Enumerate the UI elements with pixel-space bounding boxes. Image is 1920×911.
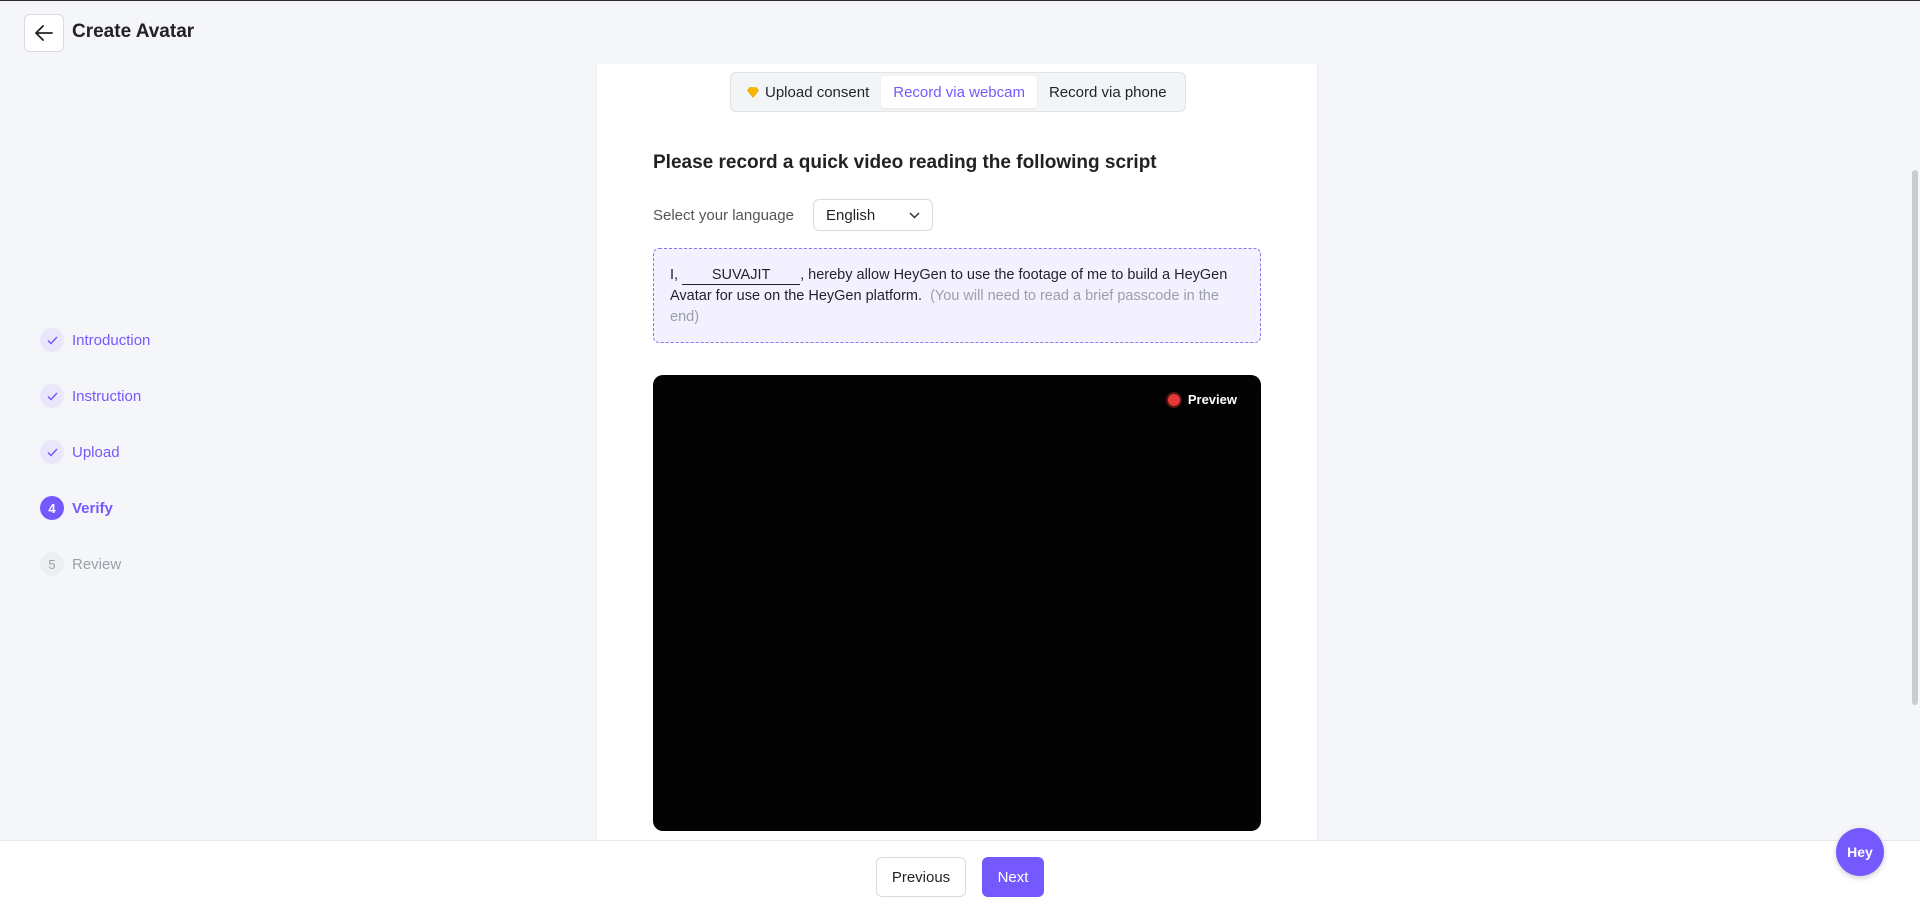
tab-label: Record via webcam — [893, 83, 1025, 101]
verify-card: Upload consent Record via webcam Record … — [596, 64, 1318, 840]
tab-label: Upload consent — [765, 83, 870, 101]
step-check-marker — [40, 384, 64, 408]
step-label: Verify — [72, 499, 113, 517]
step-check-marker — [40, 440, 64, 464]
step-label: Upload — [72, 443, 120, 461]
step-number: 5 — [40, 552, 64, 576]
preview-badge: Preview — [1167, 392, 1237, 407]
script-name: SUVAJIT — [682, 266, 801, 285]
step-check-marker — [40, 328, 64, 352]
tab-record-via-webcam[interactable]: Record via webcam — [881, 76, 1037, 108]
back-button[interactable] — [24, 14, 64, 52]
next-button[interactable]: Next — [982, 857, 1044, 897]
language-label: Select your language — [653, 207, 794, 224]
step-number: 4 — [40, 496, 64, 520]
step-instruction[interactable]: Instruction — [40, 384, 150, 408]
tab-label: Record via phone — [1048, 83, 1167, 101]
step-list: Introduction Instruction Upload 4 Verify… — [40, 328, 150, 608]
chat-button[interactable]: Hey — [1836, 828, 1884, 876]
tab-upload-consent[interactable]: Upload consent — [735, 76, 881, 108]
step-label: Instruction — [72, 387, 142, 405]
consent-method-tabs: Upload consent Record via webcam Record … — [730, 72, 1186, 112]
language-select[interactable]: English — [813, 199, 933, 231]
language-value: English — [826, 206, 876, 224]
tab-record-via-phone[interactable]: Record via phone — [1037, 76, 1179, 108]
check-icon — [46, 335, 58, 345]
step-verify[interactable]: 4 Verify — [40, 496, 150, 520]
check-icon — [46, 447, 58, 457]
step-upload[interactable]: Upload — [40, 440, 150, 464]
step-introduction[interactable]: Introduction — [40, 328, 150, 352]
step-label: Introduction — [72, 331, 151, 349]
consent-script: I, SUVAJIT, hereby allow HeyGen to use t… — [653, 248, 1261, 343]
window-top-border — [0, 0, 1920, 1]
scrollbar[interactable] — [1912, 170, 1918, 705]
check-icon — [46, 391, 58, 401]
previous-button[interactable]: Previous — [876, 857, 966, 897]
footer-bar: Previous Next — [0, 840, 1920, 911]
page-title: Create Avatar — [72, 21, 195, 42]
script-prefix: I, — [670, 267, 683, 283]
webcam-video: Preview — [653, 375, 1261, 831]
arrow-left-icon — [35, 25, 53, 41]
step-label: Review — [72, 555, 122, 573]
section-heading: Please record a quick video reading the … — [653, 152, 1157, 173]
step-review[interactable]: 5 Review — [40, 552, 150, 576]
record-dot-icon — [1167, 393, 1180, 406]
gem-icon — [747, 86, 759, 98]
preview-label: Preview — [1187, 392, 1237, 407]
chevron-down-icon — [909, 211, 920, 219]
